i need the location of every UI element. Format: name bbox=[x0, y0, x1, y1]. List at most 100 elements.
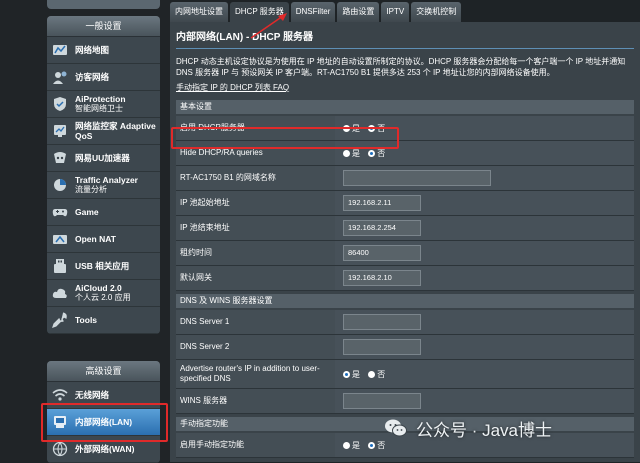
lease-time-row: 租约时间 86400 bbox=[176, 240, 634, 266]
sidebar-item-open-nat[interactable]: Open NAT bbox=[47, 226, 160, 253]
domain-name-input[interactable] bbox=[343, 170, 491, 186]
radio-dot bbox=[343, 124, 350, 132]
sidebar-item-lan[interactable]: 内部网络(LAN) bbox=[47, 409, 160, 436]
wifi-icon bbox=[52, 389, 68, 401]
radio-yes-label: 是 bbox=[352, 369, 360, 379]
watermark: 公众号 · Java博士 bbox=[384, 416, 552, 440]
sidebar-item-label: 网易UU加速器 bbox=[75, 153, 130, 163]
gamepad-icon bbox=[52, 209, 68, 217]
advertise-ip-label: Advertise router's IP in addition to use… bbox=[176, 359, 335, 389]
sidebar-item-sublabel: 智能网络卫士 bbox=[75, 104, 123, 113]
enable-dhcp-yes-radio[interactable]: 是 bbox=[343, 123, 360, 134]
sidebar-item-label: AiCloud 2.0 个人云 2.0 应用 bbox=[75, 283, 160, 303]
domain-name-row: RT-AC1750 B1 的网域名称 bbox=[176, 165, 634, 191]
sidebar-icon-wrap bbox=[49, 176, 71, 194]
hide-dhcp-no-radio[interactable]: 否 bbox=[368, 148, 385, 159]
sidebar-item-label: 无线网络 bbox=[75, 390, 110, 400]
sidebar-item-label: 网络监控家 Adaptive QoS bbox=[75, 121, 156, 141]
dns-server-1-row: DNS Server 1 bbox=[176, 310, 634, 335]
shield-icon bbox=[54, 97, 66, 111]
sidebar-item-traffic-analyzer[interactable]: Traffic Analyzer 流量分析 bbox=[47, 172, 160, 199]
sidebar-item-guest-network[interactable]: 访客网络 bbox=[47, 64, 160, 91]
wechat-icon bbox=[385, 419, 407, 437]
sidebar-item-label: Game bbox=[75, 207, 99, 217]
sidebar-icon-wrap bbox=[49, 311, 71, 329]
tab-4[interactable]: IPTV bbox=[381, 2, 410, 22]
wins-server-input[interactable] bbox=[343, 393, 421, 409]
enable-dhcp-no-radio[interactable]: 否 bbox=[368, 123, 385, 134]
dns-server-2-row: DNS Server 2 bbox=[176, 334, 634, 360]
sidebar-icon-wrap bbox=[49, 203, 71, 221]
sidebar-icon-wrap bbox=[49, 440, 71, 458]
sidebar-item-label: 外部网络(WAN) bbox=[75, 444, 135, 454]
dns-server-1-input[interactable] bbox=[343, 314, 421, 330]
sidebar-item-gamepad[interactable]: Game bbox=[47, 199, 160, 226]
dns-server-2-input[interactable] bbox=[343, 339, 421, 355]
general-settings-header: 一般设置 bbox=[47, 16, 160, 37]
sidebar-icon-wrap bbox=[49, 122, 71, 140]
sidebar-item-label: AiProtection 智能网络卫士 bbox=[75, 94, 160, 114]
advertise-ip-yes-radio[interactable]: 是 bbox=[343, 369, 360, 380]
tab-bar: 内网地址设置 DHCP 服务器 DNSFilter 路由设置 IPTV 交换机控制 bbox=[170, 0, 640, 22]
tab-0[interactable]: 内网地址设置 bbox=[170, 2, 228, 22]
tab-2[interactable]: DNSFilter bbox=[290, 2, 336, 22]
default-gateway-input[interactable]: 192.168.2.10 bbox=[343, 270, 421, 286]
sidebar-item-shield[interactable]: AiProtection 智能网络卫士 bbox=[47, 91, 160, 118]
dns-server-1-label: DNS Server 1 bbox=[176, 310, 335, 335]
manual-assignment-yes-radio[interactable]: 是 bbox=[343, 440, 360, 451]
sidebar-item-wan[interactable]: 外部网络(WAN) bbox=[47, 436, 160, 463]
sidebar-item-qos[interactable]: 网络监控家 Adaptive QoS bbox=[47, 118, 160, 145]
ip-pool-start-label: IP 池起始地址 bbox=[176, 190, 335, 216]
sidebar-item-map[interactable]: 网络地图 bbox=[47, 37, 160, 64]
radio-no-label: 否 bbox=[377, 440, 386, 450]
sidebar-icon-wrap bbox=[49, 41, 71, 59]
ip-pool-start-input[interactable]: 192.168.2.11 bbox=[343, 195, 421, 211]
radio-dot-selected bbox=[368, 441, 376, 449]
sidebar-item-label: 网络地图 bbox=[75, 45, 110, 55]
radio-no-label: 否 bbox=[377, 369, 386, 379]
sidebar-icon-wrap bbox=[49, 386, 71, 404]
page-description: DHCP 动态主机设定协议是为使用在 IP 地址的自动设置所制定的协议。DHCP… bbox=[176, 57, 626, 77]
manual-assignment-no-radio[interactable]: 否 bbox=[368, 440, 385, 451]
radio-dot-selected bbox=[368, 149, 376, 157]
usb-icon bbox=[54, 259, 66, 273]
tab-3[interactable]: 路由设置 bbox=[337, 2, 380, 22]
hide-dhcp-yes-radio[interactable]: 是 bbox=[343, 148, 360, 159]
manual-assignment-label: 启用手动指定功能 bbox=[176, 433, 335, 458]
ip-pool-end-input[interactable]: 192.168.2.254 bbox=[343, 220, 421, 236]
sidebar-item-cloud[interactable]: AiCloud 2.0 个人云 2.0 应用 bbox=[47, 280, 160, 307]
basic-settings-header: 基本设置 bbox=[176, 100, 634, 114]
dns-wins-table: DNS Server 1 DNS Server 2 Advertise rout… bbox=[176, 310, 634, 414]
map-icon bbox=[53, 45, 67, 55]
title-divider bbox=[176, 48, 634, 49]
sidebar-item-uu-booster[interactable]: 网易UU加速器 bbox=[47, 145, 160, 172]
default-gateway-label: 默认网关 bbox=[176, 265, 335, 291]
sidebar-item-sublabel: 流量分析 bbox=[75, 185, 107, 194]
sidebar-item-label: Tools bbox=[75, 315, 98, 325]
hide-dhcp-label: Hide DHCP/RA queries bbox=[176, 140, 335, 166]
ip-pool-start-row: IP 池起始地址 192.168.2.11 bbox=[176, 190, 634, 216]
open-nat-icon bbox=[53, 235, 67, 244]
radio-yes-label: 是 bbox=[352, 123, 360, 133]
radio-dot bbox=[368, 370, 376, 378]
wan-icon bbox=[52, 441, 68, 457]
ip-pool-end-row: IP 池结束地址 192.168.2.254 bbox=[176, 215, 634, 241]
advertise-ip-no-radio[interactable]: 否 bbox=[368, 369, 385, 380]
sidebar-item-usb[interactable]: USB 相关应用 bbox=[47, 253, 160, 280]
ip-pool-end-label: IP 池结束地址 bbox=[176, 215, 335, 241]
sidebar-icon-wrap bbox=[49, 413, 71, 431]
tab-5[interactable]: 交换机控制 bbox=[411, 2, 462, 22]
general-settings-panel: 一般设置 网络地图访客网络 AiProtection 智能网络卫士 网络监控家 Ada… bbox=[47, 16, 160, 334]
sidebar: 一般设置 网络地图访客网络 AiProtection 智能网络卫士 网络监控家 Ada… bbox=[0, 0, 170, 463]
radio-dot-selected bbox=[343, 370, 350, 378]
lan-icon bbox=[54, 416, 66, 428]
radio-yes-label: 是 bbox=[352, 440, 360, 450]
lease-time-input[interactable]: 86400 bbox=[343, 245, 421, 261]
sidebar-item-wifi[interactable]: 无线网络 bbox=[47, 382, 160, 409]
sidebar-item-wrench[interactable]: Tools bbox=[47, 307, 160, 334]
sidebar-item-sublabel: 个人云 2.0 应用 bbox=[75, 293, 131, 302]
radio-no-label: 否 bbox=[377, 123, 386, 133]
basic-settings-table: 启用 DHCP服务器 是 否 Hide DHCP/RA queries 是 否 … bbox=[176, 116, 634, 291]
manual-dhcp-faq-link[interactable]: 手动指定 IP 的 DHCP 列表 FAQ bbox=[176, 82, 634, 93]
traffic-analyzer-icon bbox=[54, 179, 66, 191]
